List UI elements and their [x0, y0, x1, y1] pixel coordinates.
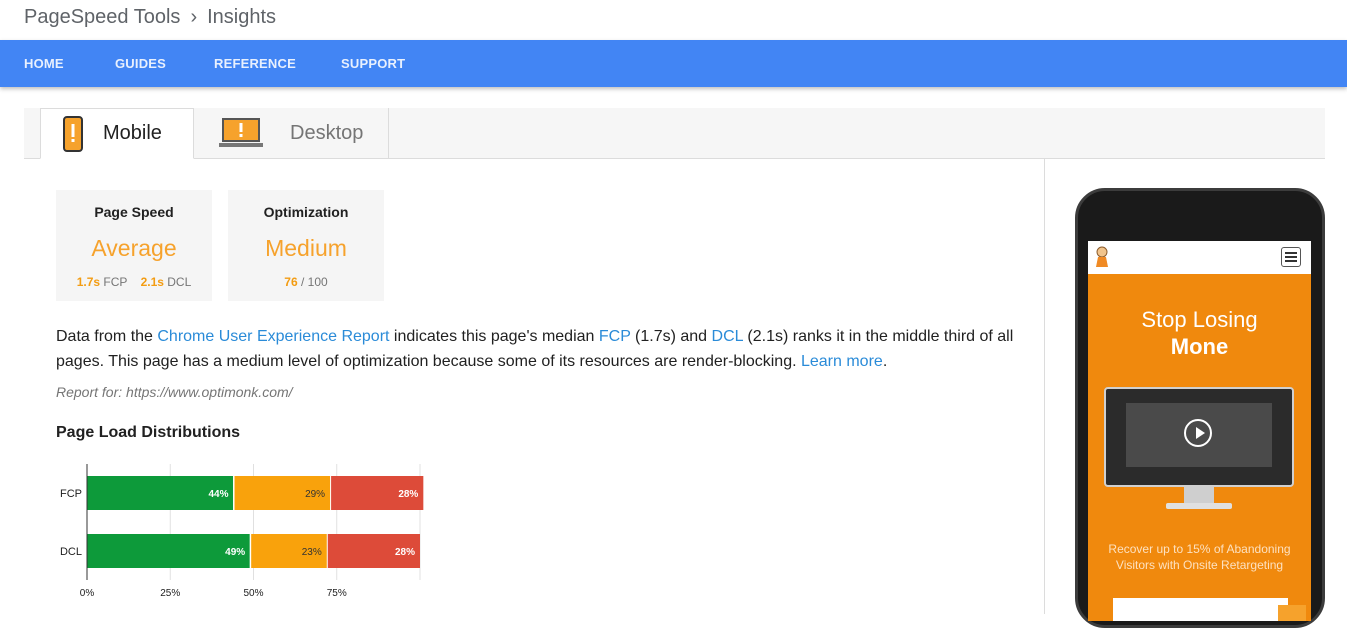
- chrome-ux-report-link[interactable]: Chrome User Experience Report: [157, 328, 389, 345]
- tab-desktop-label: Desktop: [290, 121, 364, 144]
- breadcrumb-root[interactable]: PageSpeed Tools: [24, 6, 180, 29]
- learn-more-link[interactable]: Learn more: [801, 353, 883, 370]
- summary-text: Data from the Chrome User Experience Rep…: [56, 324, 1016, 374]
- mobile-warning-icon: [63, 115, 83, 152]
- main-nav: HOME GUIDES REFERENCE SUPPORT: [0, 40, 1347, 87]
- chart-data-label: 44%: [209, 489, 229, 500]
- distribution-chart-svg: 0% 25% 50% 75% FCP 44% 29% 28% DCL 49% 23% 28%: [60, 464, 424, 599]
- summary-part: (1.7s) and: [630, 328, 712, 345]
- chart-data-label: 49%: [225, 547, 245, 558]
- top-bar: PageSpeed Tools › Insights: [0, 0, 1347, 40]
- monitor-illustration: [1104, 387, 1294, 487]
- hamburger-menu-icon: [1281, 247, 1301, 267]
- chevron-right-icon: ›: [190, 6, 198, 28]
- tab-desktop[interactable]: Desktop: [194, 108, 389, 158]
- nav-support[interactable]: SUPPORT: [341, 40, 405, 87]
- page-speed-title: Page Speed: [94, 204, 174, 220]
- preview-cta-button: [1113, 598, 1288, 621]
- preview-header: [1088, 241, 1311, 274]
- play-icon: [1184, 419, 1212, 447]
- report-for-text: Report for: https://www.optimonk.com/: [56, 384, 293, 400]
- phone-screen-preview: Stop Losing Mone Recover up to 15% of Ab…: [1088, 241, 1311, 621]
- page-speed-metrics: 1.7s FCP 2.1s DCL: [56, 275, 212, 289]
- preview-headline-1: Stop Losing: [1141, 307, 1258, 332]
- preview-subtext: Recover up to 15% of Abandoning Visitors…: [1108, 542, 1291, 572]
- page-load-distribution-chart: 0% 25% 50% 75% FCP 44% 29% 28% DCL 49% 23% 28%: [56, 462, 436, 607]
- optimization-title: Optimization: [263, 204, 349, 220]
- dcl-link[interactable]: DCL: [712, 328, 743, 345]
- nav-home[interactable]: HOME: [24, 40, 64, 87]
- chart-x-tick-label: 25%: [160, 588, 180, 599]
- chart-data-label: 23%: [302, 547, 322, 558]
- chart-category-label: FCP: [60, 488, 82, 500]
- monitor-stand-base: [1166, 503, 1232, 509]
- summary-part: .: [882, 353, 888, 370]
- page-speed-value: Average: [91, 235, 177, 261]
- optimization-score: 76 / 100: [228, 275, 384, 289]
- summary-part: indicates this page's median: [389, 328, 599, 345]
- page-load-distributions-title: Page Load Distributions: [56, 424, 241, 441]
- nav-reference[interactable]: REFERENCE: [214, 40, 296, 87]
- chart-data-label: 29%: [305, 489, 325, 500]
- desktop-warning-icon: [219, 118, 263, 147]
- chart-data-label: 28%: [395, 547, 415, 558]
- preview-chat-button: [1278, 605, 1306, 621]
- device-tabs: Mobile Desktop: [24, 108, 1325, 159]
- nav-guides[interactable]: GUIDES: [115, 40, 166, 87]
- optimization-card: Optimization Medium 76 / 100: [228, 190, 384, 301]
- chart-x-tick-label: 50%: [243, 588, 263, 599]
- preview-headline-2: Mone: [1170, 334, 1229, 359]
- tab-mobile[interactable]: Mobile: [40, 108, 194, 159]
- monk-logo-icon: [1096, 246, 1108, 267]
- chart-x-tick-label: 0%: [80, 588, 95, 599]
- column-divider: [1044, 158, 1045, 614]
- fcp-link[interactable]: FCP: [599, 328, 631, 345]
- chart-x-tick-label: 75%: [327, 588, 347, 599]
- chart-category-label: DCL: [60, 546, 82, 558]
- tab-mobile-label: Mobile: [103, 122, 162, 144]
- breadcrumb: PageSpeed Tools › Insights: [24, 6, 276, 29]
- dcl-label: DCL: [167, 275, 192, 289]
- dcl-value: 2.1s: [140, 275, 164, 289]
- fcp-label: FCP: [103, 275, 128, 289]
- summary-part: Data from the: [56, 328, 158, 345]
- optimization-score-value: 76: [284, 275, 298, 289]
- chart-data-label: 28%: [398, 489, 418, 500]
- fcp-value: 1.7s: [76, 275, 101, 289]
- breadcrumb-current: Insights: [207, 6, 277, 28]
- page-speed-card: Page Speed Average 1.7s FCP 2.1s DCL: [56, 190, 212, 301]
- optimization-value: Medium: [265, 235, 347, 261]
- optimization-score-total: / 100: [301, 275, 328, 289]
